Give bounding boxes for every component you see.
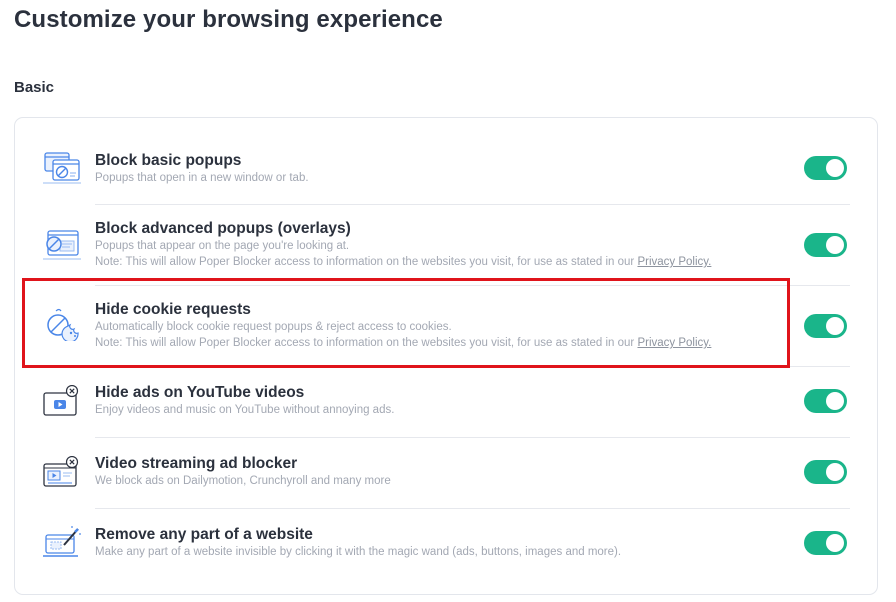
divider xyxy=(95,204,850,205)
toggle-remove-website-parts[interactable] xyxy=(804,531,847,555)
setting-note: Note: This will allow Poper Blocker acce… xyxy=(95,335,767,351)
setting-title: Video streaming ad blocker xyxy=(95,455,298,472)
cookie-block-icon xyxy=(42,307,82,343)
setting-title: Hide ads on YouTube videos xyxy=(95,384,305,401)
divider xyxy=(95,437,850,438)
divider xyxy=(95,285,850,286)
setting-description: Enjoy videos and music on YouTube withou… xyxy=(95,404,395,416)
toggle-block-advanced-popups[interactable] xyxy=(804,233,847,257)
divider xyxy=(95,366,850,367)
setting-title: Hide cookie requests xyxy=(95,301,251,318)
toggle-knob xyxy=(826,534,844,552)
setting-title: Block basic popups xyxy=(95,152,242,169)
note-text: Note: This will allow Poper Blocker acce… xyxy=(95,256,638,268)
popup-windows-icon xyxy=(42,151,82,185)
setting-row-block-basic-popups: Block basic popups Popups that open in a… xyxy=(15,146,877,206)
note-text: Note: This will allow Poper Blocker acce… xyxy=(95,337,638,349)
setting-title: Remove any part of a website xyxy=(95,526,313,543)
setting-description: Make any part of a website invisible by … xyxy=(95,546,622,558)
video-player-block-icon xyxy=(42,455,82,490)
privacy-policy-link[interactable]: Privacy Policy. xyxy=(637,337,711,349)
section-title-basic: Basic xyxy=(14,79,55,96)
setting-description: Automatically block cookie request popup… xyxy=(95,321,452,333)
toggle-video-streaming-ad-blocker[interactable] xyxy=(804,460,847,484)
setting-note: Note: This will allow Poper Blocker acce… xyxy=(95,254,767,270)
setting-description: Popups that appear on the page you're lo… xyxy=(95,240,350,252)
magic-wand-icon xyxy=(42,525,82,559)
setting-row-block-advanced-popups: Block advanced popups (overlays) Popups … xyxy=(15,214,877,284)
setting-row-video-streaming-ad-blocker: Video streaming ad blocker We block ads … xyxy=(15,447,877,507)
toggle-hide-cookie-requests[interactable] xyxy=(804,314,847,338)
toggle-knob xyxy=(826,236,844,254)
toggle-knob xyxy=(826,392,844,410)
toggle-knob xyxy=(826,159,844,177)
setting-row-hide-youtube-ads: Hide ads on YouTube videos Enjoy videos … xyxy=(15,376,877,436)
overlay-block-icon xyxy=(42,227,82,261)
toggle-block-basic-popups[interactable] xyxy=(804,156,847,180)
divider xyxy=(95,508,850,509)
setting-description: Popups that open in a new window or tab. xyxy=(95,172,309,184)
setting-row-hide-cookie-requests: Hide cookie requests Automatically block… xyxy=(15,295,877,365)
setting-row-remove-website-parts: Remove any part of a website Make any pa… xyxy=(15,518,877,578)
page-title: Customize your browsing experience xyxy=(14,6,443,33)
toggle-knob xyxy=(826,317,844,335)
toggle-hide-youtube-ads[interactable] xyxy=(804,389,847,413)
setting-description: We block ads on Dailymotion, Crunchyroll… xyxy=(95,475,391,487)
settings-card: Block basic popups Popups that open in a… xyxy=(14,117,878,595)
toggle-knob xyxy=(826,463,844,481)
setting-title: Block advanced popups (overlays) xyxy=(95,220,351,237)
privacy-policy-link[interactable]: Privacy Policy. xyxy=(637,256,711,268)
youtube-block-icon xyxy=(42,384,82,419)
